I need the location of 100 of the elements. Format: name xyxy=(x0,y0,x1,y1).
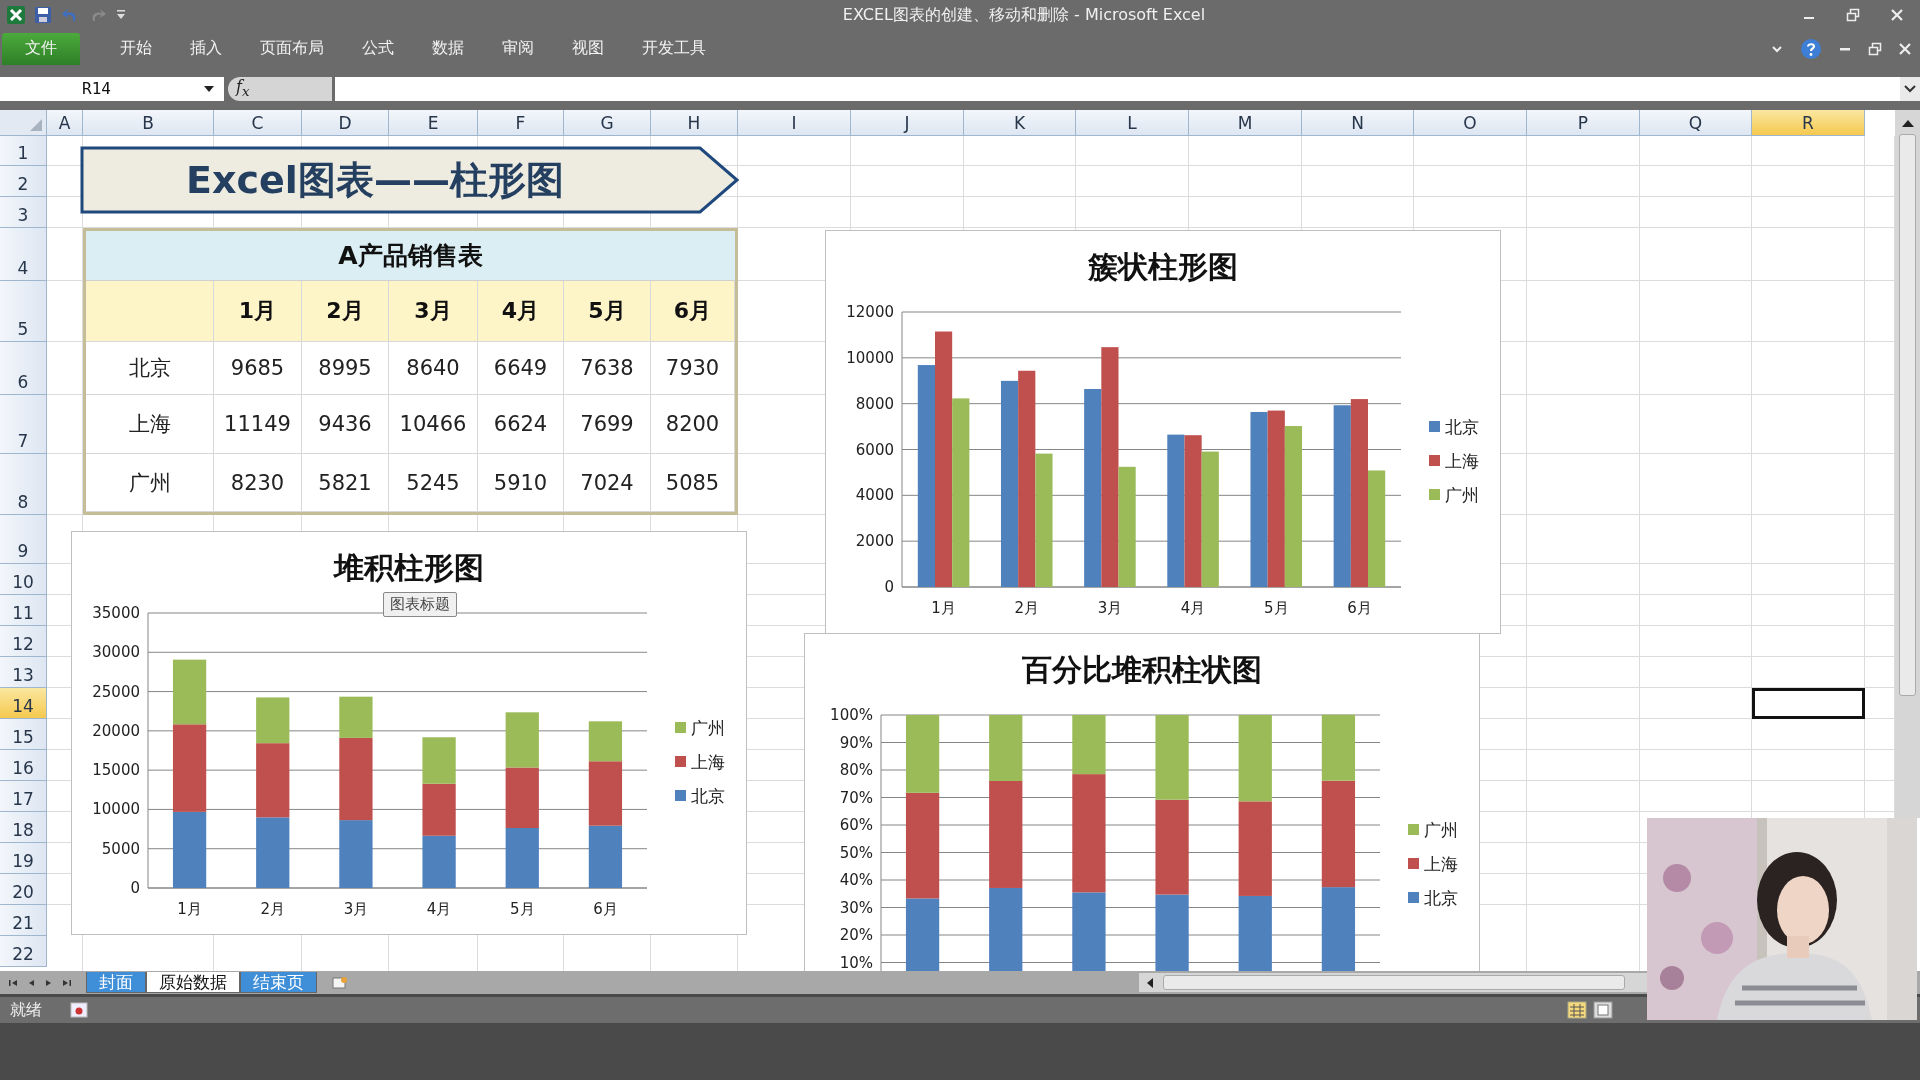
ribbon-tab[interactable]: 审阅 xyxy=(486,32,550,65)
bar xyxy=(422,835,456,888)
row-header[interactable]: 14 xyxy=(0,688,47,719)
formula-field[interactable] xyxy=(335,76,1900,101)
row-header[interactable]: 2 xyxy=(0,166,47,197)
ribbon-tab[interactable]: 页面布局 xyxy=(244,32,340,65)
column-header[interactable]: Q xyxy=(1640,110,1752,136)
help-icon[interactable] xyxy=(1800,37,1822,60)
column-header[interactable]: E xyxy=(389,110,478,136)
normal-view-icon[interactable] xyxy=(1567,1001,1587,1019)
bar xyxy=(339,820,373,888)
restore-icon[interactable] xyxy=(1846,8,1860,22)
row-header[interactable]: 15 xyxy=(0,719,47,750)
name-box[interactable]: R14 xyxy=(0,76,224,101)
macro-record-icon[interactable] xyxy=(70,1002,88,1018)
column-heading: 6月 xyxy=(651,281,735,342)
row-header[interactable]: 19 xyxy=(0,843,47,874)
column-heading: 5月 xyxy=(564,281,651,342)
ribbon-tab[interactable]: 数据 xyxy=(416,32,480,65)
row-header[interactable]: 12 xyxy=(0,626,47,657)
table-cell: 5245 xyxy=(389,454,478,512)
excel-icon[interactable] xyxy=(6,5,26,25)
close-icon[interactable] xyxy=(1898,41,1912,56)
vertical-scrollbar[interactable] xyxy=(1895,110,1920,818)
row-header[interactable]: 20 xyxy=(0,874,47,905)
ribbon-tab[interactable]: 开始 xyxy=(104,32,168,65)
row-header[interactable]: 1 xyxy=(0,136,47,166)
column-header[interactable]: C xyxy=(214,110,302,136)
scroll-up-icon[interactable] xyxy=(1900,118,1915,128)
expand-caret-icon[interactable] xyxy=(1904,84,1916,93)
expand-formula-button[interactable] xyxy=(1900,76,1920,101)
column-header[interactable]: K xyxy=(964,110,1076,136)
insert-sheet-icon[interactable] xyxy=(331,975,349,990)
column-header[interactable]: P xyxy=(1527,110,1640,136)
ribbon-tab[interactable]: 开发工具 xyxy=(626,32,722,65)
column-header[interactable]: L xyxy=(1076,110,1189,136)
column-header[interactable]: D xyxy=(302,110,389,136)
page-layout-icon[interactable] xyxy=(1593,1001,1613,1019)
axis-label: 8000 xyxy=(855,394,894,413)
axis-label: 5000 xyxy=(101,839,140,858)
first-sheet-icon[interactable] xyxy=(8,977,18,988)
row-header[interactable]: 13 xyxy=(0,657,47,688)
row-header[interactable]: 9 xyxy=(0,515,47,564)
column-header[interactable]: N xyxy=(1302,110,1414,136)
ribbon-tab[interactable]: 视图 xyxy=(556,32,620,65)
ribbon-tab[interactable]: 公式 xyxy=(346,32,410,65)
row-header[interactable]: 4 xyxy=(0,228,47,281)
row-header[interactable]: 22 xyxy=(0,936,47,967)
axis-label: 0 xyxy=(130,879,140,897)
row-header[interactable]: 17 xyxy=(0,781,47,812)
column-heading: 1月 xyxy=(214,281,302,342)
column-heading: 2月 xyxy=(302,281,389,342)
column-header[interactable]: O xyxy=(1414,110,1527,136)
legend-label: 上海 xyxy=(691,752,725,772)
row-header[interactable]: 6 xyxy=(0,342,47,395)
scroll-left-icon[interactable] xyxy=(1145,976,1155,989)
restore-icon[interactable] xyxy=(1868,41,1882,56)
customize-caret-icon[interactable] xyxy=(116,9,126,21)
axis-label: 30000 xyxy=(92,643,140,662)
legend-label: 北京 xyxy=(1424,888,1458,908)
column-header[interactable]: J xyxy=(851,110,964,136)
column-header[interactable]: A xyxy=(47,110,83,136)
active-cell[interactable] xyxy=(1752,688,1865,719)
dropdown-caret-icon[interactable] xyxy=(204,84,214,93)
row-header[interactable]: 11 xyxy=(0,595,47,626)
axis-label: 100% xyxy=(830,706,873,724)
column-header[interactable]: B xyxy=(83,110,214,136)
axis-label: 20% xyxy=(839,926,873,944)
column-header[interactable]: M xyxy=(1189,110,1302,136)
legend-label: 北京 xyxy=(691,786,725,806)
column-header[interactable]: H xyxy=(651,110,738,136)
row-header[interactable]: 7 xyxy=(0,395,47,454)
scrollbar-thumb[interactable] xyxy=(1163,975,1625,990)
column-header[interactable]: G xyxy=(564,110,651,136)
row-header[interactable]: 5 xyxy=(0,281,47,342)
table-cell: 8230 xyxy=(214,454,302,512)
chart-title: 百分比堆积柱状图 xyxy=(1022,652,1262,687)
column-header[interactable]: F xyxy=(478,110,564,136)
row-header[interactable]: 21 xyxy=(0,905,47,936)
last-sheet-icon[interactable] xyxy=(62,977,72,988)
bar xyxy=(505,712,539,768)
insert-function-button[interactable]: f$_{x}$ xyxy=(236,77,250,100)
horizontal-scrollbar[interactable] xyxy=(1139,973,1647,992)
row-header[interactable]: 18 xyxy=(0,812,47,843)
sheet-tab[interactable]: 原始数据 xyxy=(146,972,240,993)
row-header[interactable]: 3 xyxy=(0,197,47,228)
row-header[interactable]: 10 xyxy=(0,564,47,595)
row-header[interactable]: 8 xyxy=(0,454,47,515)
file-tab[interactable]: 文件 xyxy=(2,32,80,65)
column-header[interactable]: I xyxy=(738,110,851,136)
row-header[interactable]: 16 xyxy=(0,750,47,781)
save-icon[interactable] xyxy=(34,6,52,24)
table-cell: 5910 xyxy=(478,454,564,512)
axis-label: 2000 xyxy=(855,532,894,551)
scrollbar-thumb[interactable] xyxy=(1899,134,1916,696)
ribbon-tab[interactable]: 插入 xyxy=(174,32,238,65)
axis-label: 4月 xyxy=(1180,599,1206,617)
column-header[interactable]: R xyxy=(1752,110,1865,136)
axis-label: 3月 xyxy=(343,900,369,918)
close-icon[interactable] xyxy=(1890,8,1904,22)
